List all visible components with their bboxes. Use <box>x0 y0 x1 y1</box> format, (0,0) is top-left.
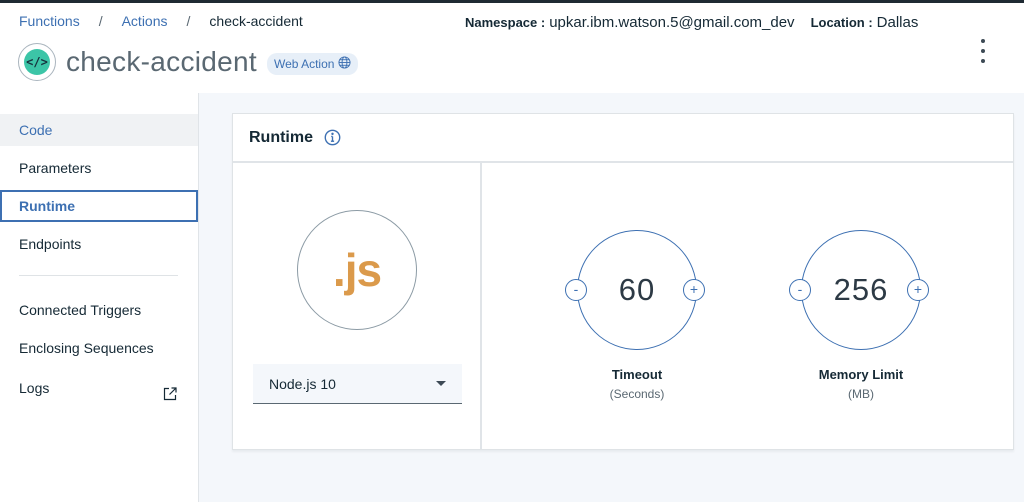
web-action-badge: Web Action <box>266 53 359 75</box>
memory-decrement-button[interactable]: - <box>789 279 811 301</box>
limits-panel: 60 - + Timeout (Seconds) 256 - + Memory … <box>484 163 1013 449</box>
badge-label: Web Action <box>273 57 335 71</box>
runtime-language-panel: .js Node.js 10 <box>233 163 482 449</box>
timeout-label: Timeout <box>611 367 663 382</box>
timeout-decrement-button[interactable]: - <box>565 279 587 301</box>
sidebar-item-code[interactable]: Code <box>0 114 198 146</box>
runtime-selected-value: Node.js 10 <box>269 376 336 392</box>
breadcrumb: Functions / Actions / check-accident <box>19 13 303 29</box>
timeout-value[interactable]: 60 <box>577 230 697 350</box>
sidebar-item-endpoints[interactable]: Endpoints <box>0 228 198 260</box>
info-icon[interactable] <box>324 129 341 146</box>
dot <box>981 39 985 43</box>
sidebar: Code Parameters Runtime Endpoints Connec… <box>0 93 198 502</box>
page-title: check-accident <box>66 46 257 77</box>
sidebar-item-label: Logs <box>19 380 50 396</box>
globe-icon <box>338 56 351 72</box>
timeout-increment-button[interactable]: + <box>683 279 705 301</box>
breadcrumb-actions[interactable]: Actions <box>122 13 168 29</box>
namespace-value: upkar.ibm.watson.5@gmail.com_dev <box>549 14 795 31</box>
card-header: Runtime <box>233 114 1013 163</box>
memory-unit: (MB) <box>848 387 874 401</box>
sidebar-item-enclosing-sequences[interactable]: Enclosing Sequences <box>0 332 198 364</box>
memory-value[interactable]: 256 <box>801 230 921 350</box>
sidebar-item-logs[interactable]: Logs <box>0 372 198 404</box>
breadcrumb-separator: / <box>98 13 103 29</box>
memory-label: Memory Limit <box>818 367 904 382</box>
overflow-menu-icon[interactable] <box>973 37 993 65</box>
location-label: Location : <box>810 15 873 30</box>
sidebar-item-connected-triggers[interactable]: Connected Triggers <box>0 294 198 326</box>
sidebar-item-parameters[interactable]: Parameters <box>0 152 198 184</box>
sidebar-divider <box>19 275 178 276</box>
timeout-unit: (Seconds) <box>609 387 665 401</box>
nodejs-logo: .js <box>297 210 417 330</box>
main-content: Runtime .js Node.js 10 60 - + Timeout (S… <box>198 93 1024 502</box>
memory-increment-button[interactable]: + <box>907 279 929 301</box>
title-row: </> check-accident Web Action <box>18 43 359 81</box>
chevron-down-icon <box>436 381 446 386</box>
dot <box>981 59 985 63</box>
dot <box>981 49 985 53</box>
external-link-icon <box>162 381 178 413</box>
namespace-info: Namespace : upkar.ibm.watson.5@gmail.com… <box>465 14 934 32</box>
runtime-card: Runtime .js Node.js 10 60 - + Timeout (S… <box>232 113 1014 450</box>
namespace-label: Namespace : <box>465 15 546 30</box>
runtime-dropdown[interactable]: Node.js 10 <box>253 364 462 404</box>
breadcrumb-functions[interactable]: Functions <box>19 13 80 29</box>
breadcrumb-current: check-accident <box>209 13 303 29</box>
page-header: Functions / Actions / check-accident </>… <box>0 3 1024 93</box>
location-value: Dallas <box>876 14 919 31</box>
code-icon-glyph: </> <box>24 49 50 75</box>
sidebar-item-runtime[interactable]: Runtime <box>0 190 198 222</box>
code-icon: </> <box>18 43 56 81</box>
breadcrumb-separator: / <box>186 13 191 29</box>
card-title: Runtime <box>249 128 313 146</box>
